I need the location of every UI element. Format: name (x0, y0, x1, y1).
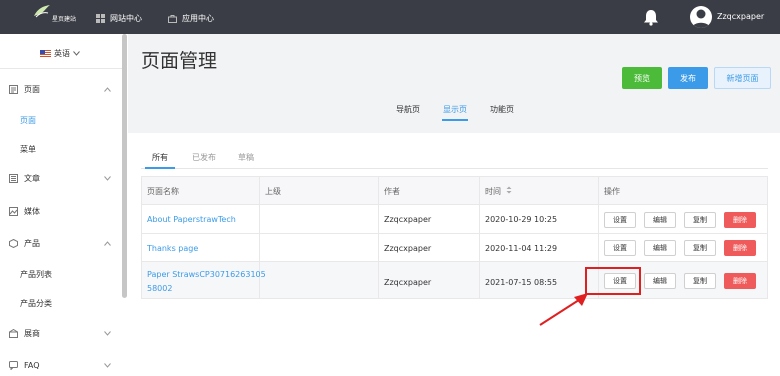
tab-all[interactable]: 所有 (152, 152, 168, 163)
sidebar-item-label: 媒体 (24, 206, 40, 216)
us-flag-icon (40, 50, 51, 57)
page-name-link[interactable]: Paper StrawsCP30716263105 (147, 270, 266, 279)
author-cell: Zzqcxpaper (384, 278, 432, 287)
sidebar-item-page[interactable]: 页面 (0, 81, 122, 97)
page-name-link[interactable]: Thanks page (147, 244, 198, 253)
sidebar-item-label: 产品 (24, 238, 40, 248)
chevron-up-icon (104, 86, 111, 92)
sidebar-subitem-menu[interactable]: 菜单 (20, 144, 36, 155)
settings-button[interactable]: 设置 (604, 240, 636, 256)
edit-button[interactable]: 编辑 (644, 212, 676, 228)
page-icon (9, 84, 18, 94)
edit-button[interactable]: 编辑 (644, 273, 676, 289)
logo-text: 星页建站 (52, 16, 77, 23)
sidebar-subitem-product-list[interactable]: 产品列表 (20, 269, 52, 280)
username[interactable]: Zzqcxpaper (717, 12, 764, 21)
nav-label: 应用中心 (182, 13, 214, 23)
chevron-up-icon (104, 240, 111, 246)
column-header-time[interactable]: 时间 (485, 186, 501, 197)
sidebar-scrollbar[interactable] (122, 34, 127, 298)
chevron-down-icon (104, 362, 111, 368)
nav-label: 网站中心 (110, 13, 142, 23)
publish-button[interactable]: 发布 (668, 67, 708, 89)
delete-button[interactable]: 删除 (724, 212, 756, 228)
page-name-link[interactable]: About PaperstrawTech (147, 215, 236, 224)
nav-website-center[interactable]: 网站中心 (96, 11, 142, 25)
user-icon (692, 9, 710, 28)
time-cell: 2020-11-04 11:29 (485, 244, 558, 253)
sidebar-item-media[interactable]: 媒体 (0, 203, 122, 219)
new-page-button[interactable]: 新增页面 (714, 67, 771, 89)
nav-app-center[interactable]: 应用中心 (168, 11, 214, 25)
sidebar-subitem-product-category[interactable]: 产品分类 (20, 298, 52, 309)
author-cell: Zzqcxpaper (384, 244, 432, 253)
tab-navigation-page[interactable]: 导航页 (396, 104, 420, 115)
column-divider (479, 176, 480, 299)
settings-button[interactable]: 设置 (604, 212, 636, 228)
page-name-link-line2[interactable]: 58002 (147, 284, 172, 293)
chevron-down-icon (73, 51, 80, 56)
copy-button[interactable]: 复制 (684, 240, 716, 256)
edit-button[interactable]: 编辑 (644, 240, 676, 256)
column-header-actions: 操作 (604, 187, 620, 196)
language-label: 英语 (54, 49, 70, 58)
page-title: 页面管理 (141, 50, 218, 72)
column-header-author: 作者 (384, 187, 400, 196)
product-icon (9, 238, 18, 248)
bird-logo-icon (34, 5, 50, 18)
sidebar-item-label: FAQ (24, 360, 40, 370)
delete-button[interactable]: 删除 (724, 273, 756, 289)
chevron-down-icon (104, 175, 111, 181)
column-divider (378, 176, 379, 299)
sidebar-item-article[interactable]: 文章 (0, 170, 122, 186)
avatar[interactable] (690, 6, 712, 28)
column-header-parent: 上级 (265, 187, 281, 196)
sidebar-item-label: 页面 (24, 84, 40, 94)
author-cell: Zzqcxpaper (384, 215, 432, 224)
delete-button[interactable]: 删除 (724, 240, 756, 256)
tab-display-page[interactable]: 显示页 (443, 104, 467, 115)
sidebar-item-product[interactable]: 产品 (0, 235, 122, 251)
sidebar-subitem-page[interactable]: 页面 (20, 115, 36, 126)
tab-draft[interactable]: 草稿 (238, 152, 254, 163)
bell-icon[interactable] (643, 9, 659, 26)
sidebar-item-faq[interactable]: FAQ (0, 357, 122, 373)
active-tab-indicator (442, 119, 468, 121)
media-icon (9, 206, 18, 216)
article-icon (9, 173, 18, 183)
logo[interactable]: 星页建站 (30, 4, 76, 30)
sort-icon[interactable] (506, 186, 512, 194)
sidebar-item-label: 文章 (24, 173, 40, 183)
time-cell: 2020-10-29 10:25 (485, 215, 558, 224)
time-cell: 2021-07-15 08:55 (485, 278, 558, 287)
preview-button[interactable]: 预览 (622, 67, 662, 89)
table-header (141, 176, 768, 205)
sidebar-item-exhibitor[interactable]: 展商 (0, 325, 122, 341)
copy-button[interactable]: 复制 (684, 273, 716, 289)
language-selector[interactable]: 英语 (40, 48, 80, 59)
column-divider (259, 176, 260, 299)
faq-icon (9, 360, 18, 370)
chevron-down-icon (104, 330, 111, 336)
sidebar-item-label: 展商 (24, 328, 40, 338)
tab-baseline (141, 168, 768, 169)
sidebar-divider (0, 68, 122, 69)
grid-icon (96, 13, 105, 23)
column-header-name: 页面名称 (147, 187, 179, 196)
bag-icon (168, 14, 177, 23)
top-bar: 星页建站 网站中心 应用中心 Zzqcxpaper (0, 0, 780, 34)
annotation-arrow-icon (539, 293, 588, 326)
tab-published[interactable]: 已发布 (192, 152, 216, 163)
copy-button[interactable]: 复制 (684, 212, 716, 228)
exhibitor-icon (9, 328, 18, 338)
tab-function-page[interactable]: 功能页 (490, 104, 514, 115)
active-status-indicator (145, 167, 175, 169)
